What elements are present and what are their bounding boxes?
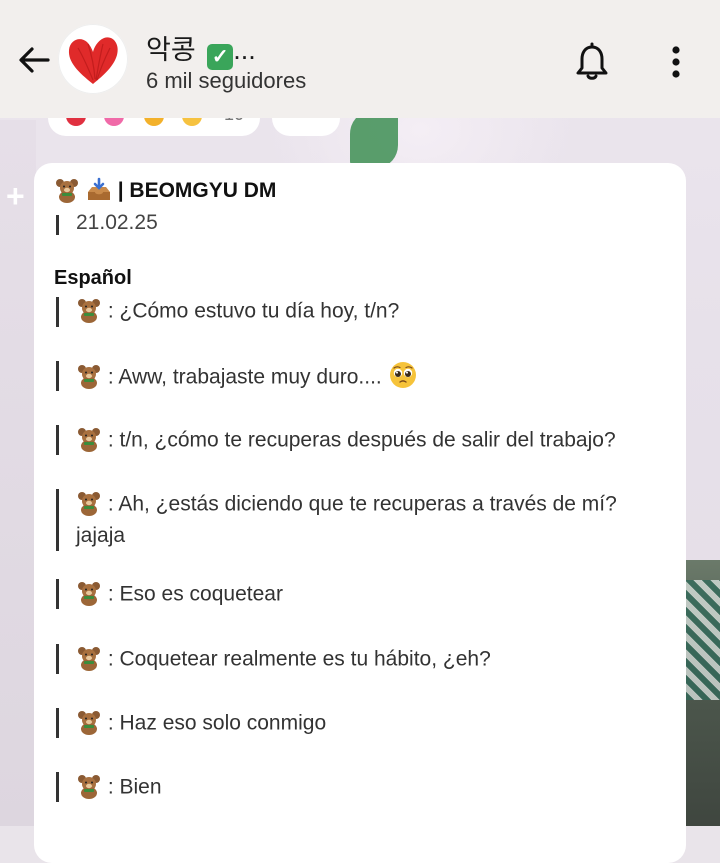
quote-bar bbox=[56, 489, 59, 551]
quote-bar bbox=[56, 361, 59, 391]
quote-bar bbox=[56, 708, 59, 738]
message-text: : ¿Cómo estuvo tu día hoy, t/n? bbox=[107, 299, 400, 323]
message-text: : Ah, ¿estás diciendo que te recuperas a… bbox=[107, 492, 617, 516]
avatar-heart-icon bbox=[68, 37, 118, 84]
post-title: | BEOMGYU DM bbox=[54, 177, 276, 203]
message-text: : t/n, ¿cómo te recuperas después de sal… bbox=[107, 428, 616, 452]
message-line: : Eso es coquetear bbox=[76, 578, 283, 610]
message-text: : Bien bbox=[107, 775, 162, 799]
avatar[interactable] bbox=[58, 24, 128, 94]
post-date: 21.02.25 bbox=[76, 211, 158, 234]
pleading-face-icon bbox=[389, 362, 416, 388]
message-line: : Haz eso solo conmigo bbox=[76, 707, 326, 739]
channel-post-card: | BEOMGYU DM 21.02.25 Español : ¿Cómo es… bbox=[34, 163, 686, 863]
message-text: : Eso es coquetear bbox=[107, 582, 283, 606]
teddy-bear-icon bbox=[78, 647, 100, 671]
teddy-bear-icon bbox=[78, 582, 100, 606]
message-line: : ¿Cómo estuvo tu día hoy, t/n? bbox=[76, 295, 399, 327]
background-leaf bbox=[350, 112, 398, 167]
teddy-bear-icon bbox=[56, 179, 78, 203]
quote-bar bbox=[56, 579, 59, 609]
quote-bar bbox=[56, 772, 59, 802]
quote-bar bbox=[56, 297, 59, 327]
name-ellipsis: ... bbox=[233, 35, 256, 65]
more-vert-icon[interactable] bbox=[662, 42, 690, 82]
message-line: : Bien bbox=[76, 771, 162, 803]
teddy-bear-icon bbox=[78, 775, 100, 799]
channel-title[interactable]: 악콩 ✓... bbox=[146, 28, 256, 70]
post-title-text: | BEOMGYU DM bbox=[117, 179, 277, 202]
background-left-edge bbox=[0, 120, 36, 826]
message-text: : Coquetear realmente es tu hábito, ¿eh? bbox=[107, 647, 491, 671]
message-line-continuation: jajaja bbox=[76, 524, 126, 547]
message-line: : Ah, ¿estás diciendo que te recuperas a… bbox=[76, 488, 617, 520]
quote-bar bbox=[56, 644, 59, 674]
quote-bar bbox=[56, 425, 59, 455]
back-arrow-icon[interactable] bbox=[14, 40, 54, 80]
channel-name: 악콩 bbox=[146, 35, 196, 65]
message-text: : Haz eso solo conmigo bbox=[107, 711, 327, 735]
teddy-bear-icon bbox=[78, 711, 100, 735]
message-line: : Aww, trabajaste muy duro.... bbox=[76, 360, 418, 393]
teddy-bear-icon bbox=[78, 365, 100, 389]
plus-sparkle: + bbox=[6, 178, 25, 214]
verified-check-icon: ✓ bbox=[207, 44, 234, 70]
message-line: : t/n, ¿cómo te recuperas después de sal… bbox=[76, 424, 616, 456]
background-plaid bbox=[686, 580, 720, 700]
channel-header: 악콩 ✓... 6 mil seguidores bbox=[0, 0, 720, 118]
bell-icon[interactable] bbox=[574, 42, 610, 82]
inbox-tray-icon bbox=[87, 177, 110, 200]
message-line: : Coquetear realmente es tu hábito, ¿eh? bbox=[76, 643, 491, 675]
follower-count: 6 mil seguidores bbox=[146, 68, 307, 93]
teddy-bear-icon bbox=[78, 428, 100, 452]
language-label: Español bbox=[54, 267, 132, 289]
quote-bar bbox=[56, 215, 59, 235]
message-text: : Aww, trabajaste muy duro.... bbox=[107, 365, 382, 389]
teddy-bear-icon bbox=[78, 299, 100, 323]
teddy-bear-icon bbox=[78, 492, 100, 516]
